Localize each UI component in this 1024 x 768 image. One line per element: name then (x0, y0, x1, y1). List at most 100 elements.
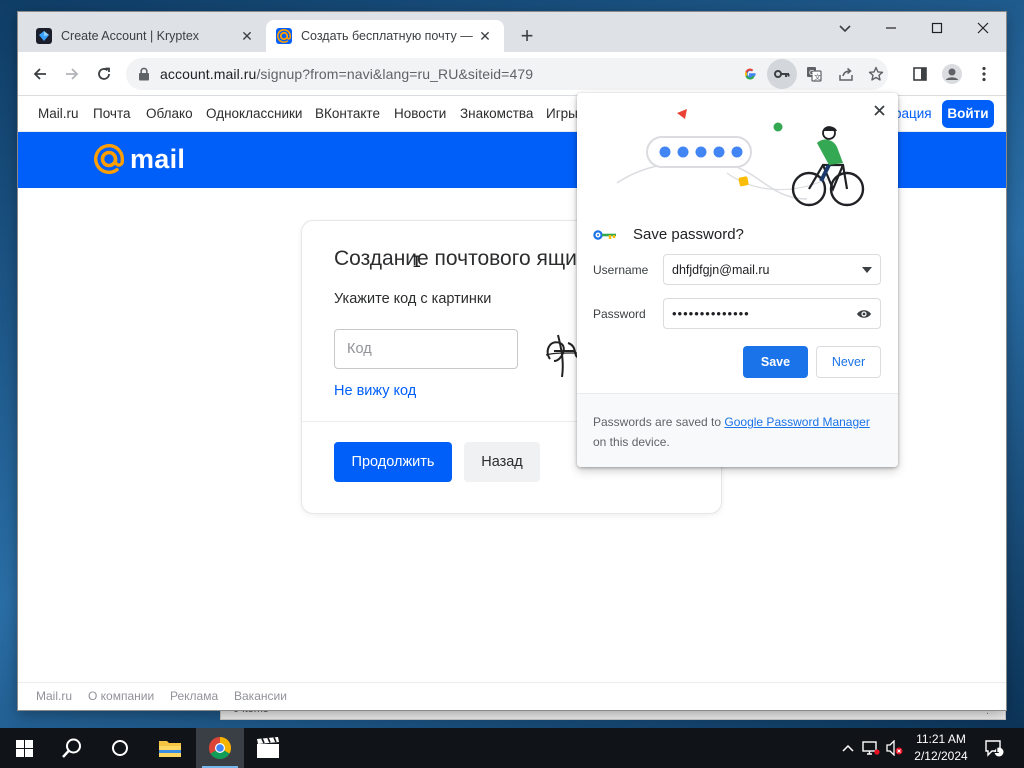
minimize-button[interactable] (868, 14, 914, 42)
portal-link-news[interactable]: Новости (394, 106, 446, 121)
continue-button[interactable]: Продолжить (334, 442, 452, 482)
file-explorer-button[interactable] (146, 728, 194, 768)
signup-title: Создание почтового ящика (334, 247, 599, 270)
action-center-button[interactable]: 1 (980, 728, 1008, 768)
new-tab-button[interactable]: + (514, 24, 540, 50)
never-save-button[interactable]: Never (816, 346, 881, 378)
username-label: Username (593, 263, 649, 277)
share-icon (839, 67, 853, 81)
portal-link-oblako[interactable]: Облако (146, 106, 193, 121)
clock-time: 11:21 AM (916, 732, 966, 746)
tab-kryptex[interactable]: Create Account | Kryptex ✕ (26, 20, 266, 52)
tab-search-button[interactable] (822, 14, 868, 42)
portal-link-pochta[interactable]: Почта (93, 106, 131, 121)
portal-link-ok[interactable]: Одноклассники (206, 106, 302, 121)
captcha-code-input[interactable] (334, 329, 518, 369)
key-icon (774, 70, 790, 78)
mail-favicon-icon (276, 28, 292, 44)
kryptex-favicon-icon (36, 28, 52, 44)
footer-link-jobs[interactable]: Вакансии (234, 689, 287, 703)
url-text: account.mail.ru/signup?from=navi&lang=ru… (160, 66, 533, 82)
save-password-button[interactable]: Save (743, 346, 808, 378)
mail-logo[interactable]: mail (92, 142, 185, 176)
profile-button[interactable] (938, 60, 966, 88)
show-hidden-icons-button[interactable] (838, 728, 858, 768)
password-field[interactable]: •••••••••••••• (663, 298, 881, 329)
media-app-button[interactable] (244, 728, 292, 768)
dropdown-arrow-icon (862, 266, 872, 273)
text-cursor-icon: I (412, 252, 422, 271)
maximize-button[interactable] (914, 14, 960, 42)
chrome-icon (209, 737, 231, 759)
maximize-icon (931, 22, 943, 34)
registration-link[interactable]: рация (894, 106, 932, 121)
dialog-footer: Passwords are saved to Google Password M… (577, 393, 898, 467)
chrome-menu-button[interactable] (970, 60, 998, 88)
search-icon (62, 738, 81, 758)
dialog-close-button[interactable] (868, 99, 890, 121)
footer-link-ads[interactable]: Реклама (170, 689, 218, 703)
page-footer: Mail.ru О компании Реклама Вакансии (18, 682, 1006, 710)
password-label: Password (593, 307, 646, 321)
task-view-icon (112, 740, 128, 756)
portal-link-vk[interactable]: ВКонтакте (315, 106, 380, 121)
cant-see-code-link[interactable]: Не вижу код (334, 383, 416, 399)
tab-strip: Create Account | Kryptex ✕ Создать беспл… (18, 12, 1006, 52)
portal-link-dating[interactable]: Знакомства (460, 106, 533, 121)
search-button[interactable] (48, 728, 96, 768)
task-view-button[interactable] (96, 728, 144, 768)
close-window-button[interactable] (960, 14, 1006, 42)
portal-link-games[interactable]: Игры (546, 106, 578, 121)
chrome-taskbar-button[interactable] (196, 728, 244, 768)
eye-icon[interactable] (856, 308, 872, 320)
taskbar-clock[interactable]: 11:21 AM 2/12/2024 (906, 731, 976, 765)
tab-close-icon[interactable]: ✕ (238, 28, 256, 45)
footer-suffix: on this device. (593, 435, 670, 449)
back-button-page[interactable]: Назад (464, 442, 540, 482)
google-lens-button[interactable] (738, 62, 762, 86)
notification-badge: 1 (994, 745, 1000, 755)
bookmark-button[interactable] (864, 62, 888, 86)
taskbar: 11:21 AM 2/12/2024 1 (0, 728, 1024, 768)
clock-date: 2/12/2024 (914, 749, 968, 763)
reload-button[interactable] (90, 60, 118, 88)
forward-button[interactable] (58, 60, 86, 88)
translate-button[interactable]: G文 (802, 62, 826, 86)
google-icon (744, 68, 756, 80)
password-illustration (616, 109, 865, 207)
password-manager-button[interactable] (767, 59, 797, 89)
login-button[interactable]: Войти (942, 100, 994, 128)
footer-link-about[interactable]: О компании (88, 689, 154, 703)
start-button[interactable] (0, 728, 48, 768)
dialog-title: Save password? (633, 226, 744, 243)
close-icon (873, 104, 885, 116)
file-explorer-icon (159, 741, 181, 757)
menu-icon (982, 66, 986, 82)
google-password-manager-link[interactable]: Google Password Manager (724, 415, 869, 429)
url-host: account.mail.ru (160, 66, 257, 82)
back-button[interactable] (26, 60, 54, 88)
volume-button[interactable] (884, 728, 906, 768)
footer-link-mailru[interactable]: Mail.ru (36, 689, 72, 703)
tab-mail[interactable]: Создать бесплатную почту — Mail.ru ✕ (266, 20, 504, 52)
key-icon (593, 229, 616, 240)
chevron-up-icon (842, 744, 854, 752)
reload-icon (98, 67, 110, 80)
password-masked-value: •••••••••••••• (672, 306, 750, 321)
username-select[interactable]: dhfjdfgjn@mail.ru (663, 254, 881, 285)
portal-link-mailru[interactable]: Mail.ru (38, 106, 79, 121)
lock-icon[interactable] (138, 67, 150, 81)
volume-muted-icon (886, 740, 903, 756)
network-icon (862, 741, 880, 755)
dialog-footer-text: Passwords are saved to Google Password M… (593, 412, 885, 452)
network-button[interactable] (860, 728, 882, 768)
translate-icon: G文 (807, 67, 822, 82)
side-panel-button[interactable] (906, 60, 934, 88)
address-bar[interactable]: account.mail.ru/signup?from=navi&lang=ru… (126, 58, 888, 90)
windows-start-icon (15, 739, 33, 757)
browser-toolbar: account.mail.ru/signup?from=navi&lang=ru… (18, 52, 1006, 96)
tab-close-icon[interactable]: ✕ (476, 28, 494, 45)
back-arrow-icon (33, 68, 46, 80)
forward-arrow-icon (66, 68, 79, 80)
share-button[interactable] (834, 62, 858, 86)
